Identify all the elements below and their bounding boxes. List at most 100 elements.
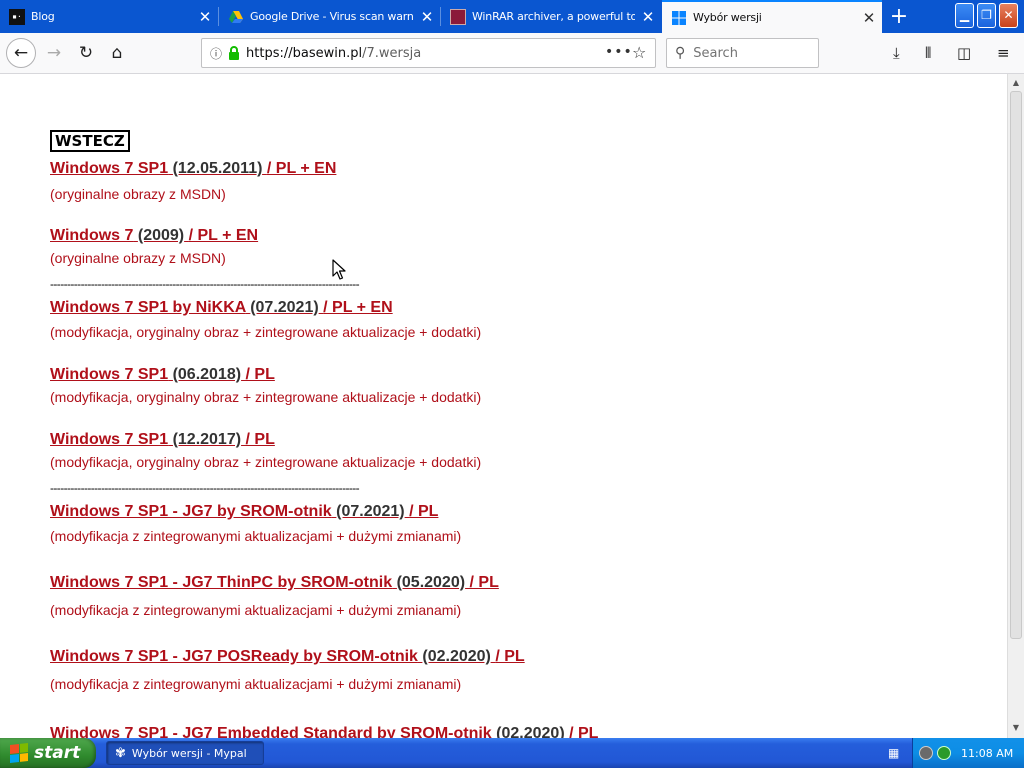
version-date: (2009)	[137, 227, 185, 244]
version-date: (12.2017)	[172, 431, 242, 448]
version-name: Windows 7 SP1 - JG7 ThinPC by SROM-otnik	[50, 574, 393, 591]
vertical-scrollbar[interactable]: ▲ ▼	[1007, 74, 1024, 738]
info-icon[interactable]: ⓘ	[210, 45, 222, 62]
windows-flag-icon	[10, 743, 28, 763]
version-link[interactable]: Windows 7 SP1 (06.2018) / PL	[50, 366, 275, 384]
scrollbar-thumb[interactable]	[1010, 91, 1022, 639]
scroll-down-arrow-icon[interactable]: ▼	[1010, 721, 1022, 735]
page-actions-icon[interactable]: •••	[605, 44, 633, 60]
version-link[interactable]: Windows 7 SP1 - JG7 ThinPC by SROM-otnik…	[50, 574, 499, 592]
version-lang: / PL	[469, 574, 499, 591]
window-close-button[interactable]: ✕	[999, 3, 1018, 28]
bookmark-star-icon[interactable]: ☆	[632, 43, 646, 62]
version-link[interactable]: Windows 7 SP1 - JG7 Embedded Standard by…	[50, 725, 598, 738]
version-name: Windows 7 SP1 by NiKKA	[50, 299, 246, 316]
tab-wybor-wersji[interactable]: Wybór wersji ✕	[662, 0, 882, 33]
version-lang: / PL	[495, 648, 525, 665]
downloads-icon[interactable]: ⤓	[893, 44, 900, 62]
version-description: (modyfikacja z zintegrowanymi aktualizac…	[50, 602, 462, 618]
version-link[interactable]: Windows 7 SP1 (12.2017) / PL	[50, 431, 275, 449]
close-icon[interactable]: ✕	[856, 9, 882, 27]
version-date: (07.2021)	[336, 503, 405, 520]
version-name: Windows 7 SP1	[50, 160, 169, 177]
blog-favicon-icon: ▪·	[9, 8, 25, 25]
section-divider: ----------------------------------------…	[50, 277, 360, 291]
url-host: https://basewin.pl	[246, 45, 363, 61]
taskbar: start ✾ Wybór wersji - Mypal ▦ 11:08 AM	[0, 738, 1024, 768]
taskbar-window-button[interactable]: ✾ Wybór wersji - Mypal	[106, 741, 264, 765]
windows-logo-icon	[672, 10, 686, 25]
version-name: Windows 7	[50, 227, 134, 244]
version-description: (oryginalne obrazy z MSDN)	[50, 186, 226, 202]
tab-title: WinRAR archiver, a powerful tool	[472, 10, 635, 23]
version-link[interactable]: Windows 7 SP1 - JG7 by SROM-otnik (07.20…	[50, 503, 438, 521]
section-divider: ----------------------------------------…	[50, 481, 360, 495]
clock: 11:08 AM	[961, 746, 1014, 760]
version-date: (05.2020)	[396, 574, 466, 591]
mypal-app-icon: ✾	[115, 745, 126, 761]
version-link[interactable]: Windows 7 SP1 - JG7 POSReady by SROM-otn…	[50, 648, 525, 666]
version-date: (12.05.2011)	[172, 160, 263, 177]
url-path: /7.wersja	[362, 45, 422, 61]
taskbar-window-label: Wybór wersji - Mypal	[131, 746, 247, 760]
version-date: (02.2020)	[496, 725, 565, 738]
network-icon[interactable]	[919, 746, 933, 760]
close-icon[interactable]: ✕	[192, 8, 218, 26]
version-lang: / PL + EN	[266, 160, 337, 177]
version-description: (modyfikacja, oryginalny obraz + zintegr…	[50, 389, 482, 405]
tab-title: Blog	[31, 10, 55, 23]
tab-winrar[interactable]: WinRAR archiver, a powerful tool ✕	[441, 0, 661, 33]
close-icon[interactable]: ✕	[414, 8, 440, 26]
forward-arrow-icon[interactable]: →	[40, 39, 68, 67]
start-button[interactable]: start	[0, 738, 96, 768]
home-icon[interactable]: ⌂	[103, 39, 131, 67]
address-bar[interactable]: ⓘ https://basewin.pl/7.wersja ••• ☆	[201, 38, 656, 68]
page-content: WSTECZ Windows 7 SP1 (12.05.2011) / PL +…	[0, 74, 1007, 738]
version-date: (02.2020)	[422, 648, 491, 665]
version-lang: / PL + EN	[323, 299, 393, 316]
tab-google-drive[interactable]: Google Drive - Virus scan warning ✕	[219, 0, 440, 33]
search-field[interactable]: ⚲ Search	[666, 38, 819, 68]
version-description: (modyfikacja z zintegrowanymi aktualizac…	[50, 676, 462, 692]
back-link-wstecz[interactable]: WSTECZ	[50, 130, 130, 152]
version-name: Windows 7 SP1	[50, 431, 169, 448]
version-link[interactable]: Windows 7 (2009) / PL + EN	[50, 227, 258, 245]
navigation-toolbar: ← → ↻ ⌂ ⓘ https://basewin.pl/7.wersja ••…	[0, 33, 1024, 74]
scroll-up-arrow-icon[interactable]: ▲	[1010, 76, 1022, 90]
sidebar-toggle-icon[interactable]: ◫	[957, 44, 971, 62]
library-icon[interactable]: ⫴	[925, 44, 931, 62]
version-description: (modyfikacja, oryginalny obraz + zintegr…	[50, 324, 482, 340]
version-description: (modyfikacja z zintegrowanymi aktualizac…	[50, 528, 462, 544]
url-text[interactable]: https://basewin.pl/7.wersja	[246, 46, 421, 61]
keyboard-icon[interactable]: ▦	[888, 746, 899, 760]
version-date: (07.2021)	[250, 299, 319, 316]
version-lang: / PL	[245, 431, 275, 448]
security-icon[interactable]	[937, 746, 951, 760]
new-tab-plus-icon[interactable]: +	[886, 4, 912, 30]
restore-button[interactable]: ❐	[977, 3, 996, 28]
version-description: (oryginalne obrazy z MSDN)	[50, 250, 226, 266]
back-arrow-icon[interactable]: ←	[6, 38, 36, 68]
google-drive-icon	[229, 10, 243, 23]
minimize-button[interactable]: ▁	[955, 3, 974, 28]
version-name: Windows 7 SP1	[50, 366, 169, 383]
tab-blog[interactable]: ▪· Blog ✕	[0, 0, 218, 33]
tab-strip: ▪· Blog ✕ Google Drive - Virus scan warn…	[0, 0, 1024, 33]
version-date: (06.2018)	[172, 366, 242, 383]
tab-title: Google Drive - Virus scan warning	[250, 10, 414, 23]
version-lang: / PL	[569, 725, 599, 738]
version-link[interactable]: Windows 7 SP1 (12.05.2011) / PL + EN	[50, 160, 336, 178]
tab-title: Wybór wersji	[693, 11, 762, 24]
close-icon[interactable]: ✕	[635, 8, 661, 26]
version-lang: / PL + EN	[188, 227, 259, 244]
version-lang: / PL	[245, 366, 275, 383]
hamburger-menu-icon[interactable]: ≡	[997, 44, 1010, 62]
version-name: Windows 7 SP1 - JG7 POSReady by SROM-otn…	[50, 648, 418, 665]
mouse-pointer-icon	[332, 259, 346, 280]
padlock-icon[interactable]	[228, 46, 240, 60]
reload-icon[interactable]: ↻	[72, 39, 100, 67]
version-link[interactable]: Windows 7 SP1 by NiKKA (07.2021) / PL + …	[50, 299, 393, 317]
search-placeholder: Search	[693, 45, 738, 61]
winrar-icon	[450, 8, 466, 25]
search-icon: ⚲	[675, 45, 686, 61]
